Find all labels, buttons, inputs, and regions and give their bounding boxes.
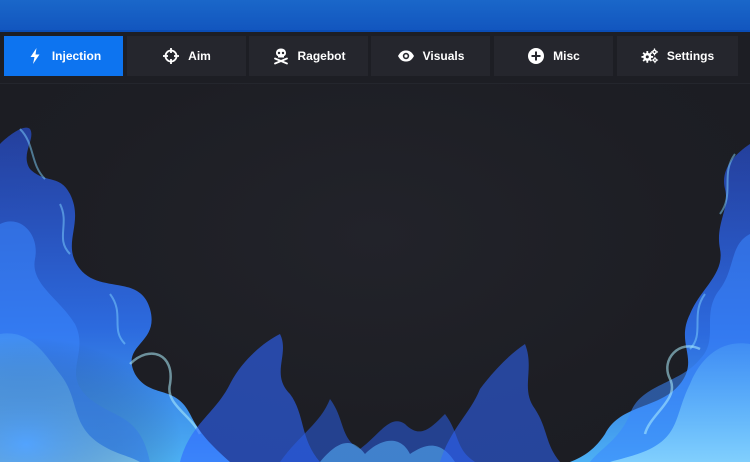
tab-visuals[interactable]: Visuals	[371, 36, 490, 76]
skull-crossbones-icon	[272, 47, 290, 65]
tab-aim[interactable]: Aim	[127, 36, 246, 76]
eye-icon	[397, 47, 415, 65]
tab-label: Misc	[553, 49, 580, 63]
blue-flames-background	[0, 127, 750, 462]
tab-label: Ragebot	[297, 49, 346, 63]
title-bar[interactable]	[0, 0, 750, 32]
tab-label: Settings	[666, 49, 715, 63]
tab-label: Injection	[51, 49, 102, 63]
plus-circle-icon	[527, 47, 545, 65]
tab-label: Aim	[188, 49, 211, 63]
tab-ragebot[interactable]: Ragebot	[249, 36, 368, 76]
app-window: Injection Aim Ragebot Visuals Misc Setti…	[0, 0, 750, 462]
tab-misc[interactable]: Misc	[494, 36, 613, 76]
tab-bar: Injection Aim Ragebot Visuals Misc Setti…	[0, 32, 750, 84]
main-content-area	[0, 84, 750, 462]
crosshair-icon	[162, 47, 180, 65]
tab-label: Visuals	[422, 49, 465, 63]
lightning-bolt-icon	[26, 47, 44, 65]
tab-injection[interactable]: Injection	[4, 36, 123, 76]
tab-settings[interactable]: Settings	[617, 36, 738, 76]
gears-icon	[641, 47, 659, 65]
